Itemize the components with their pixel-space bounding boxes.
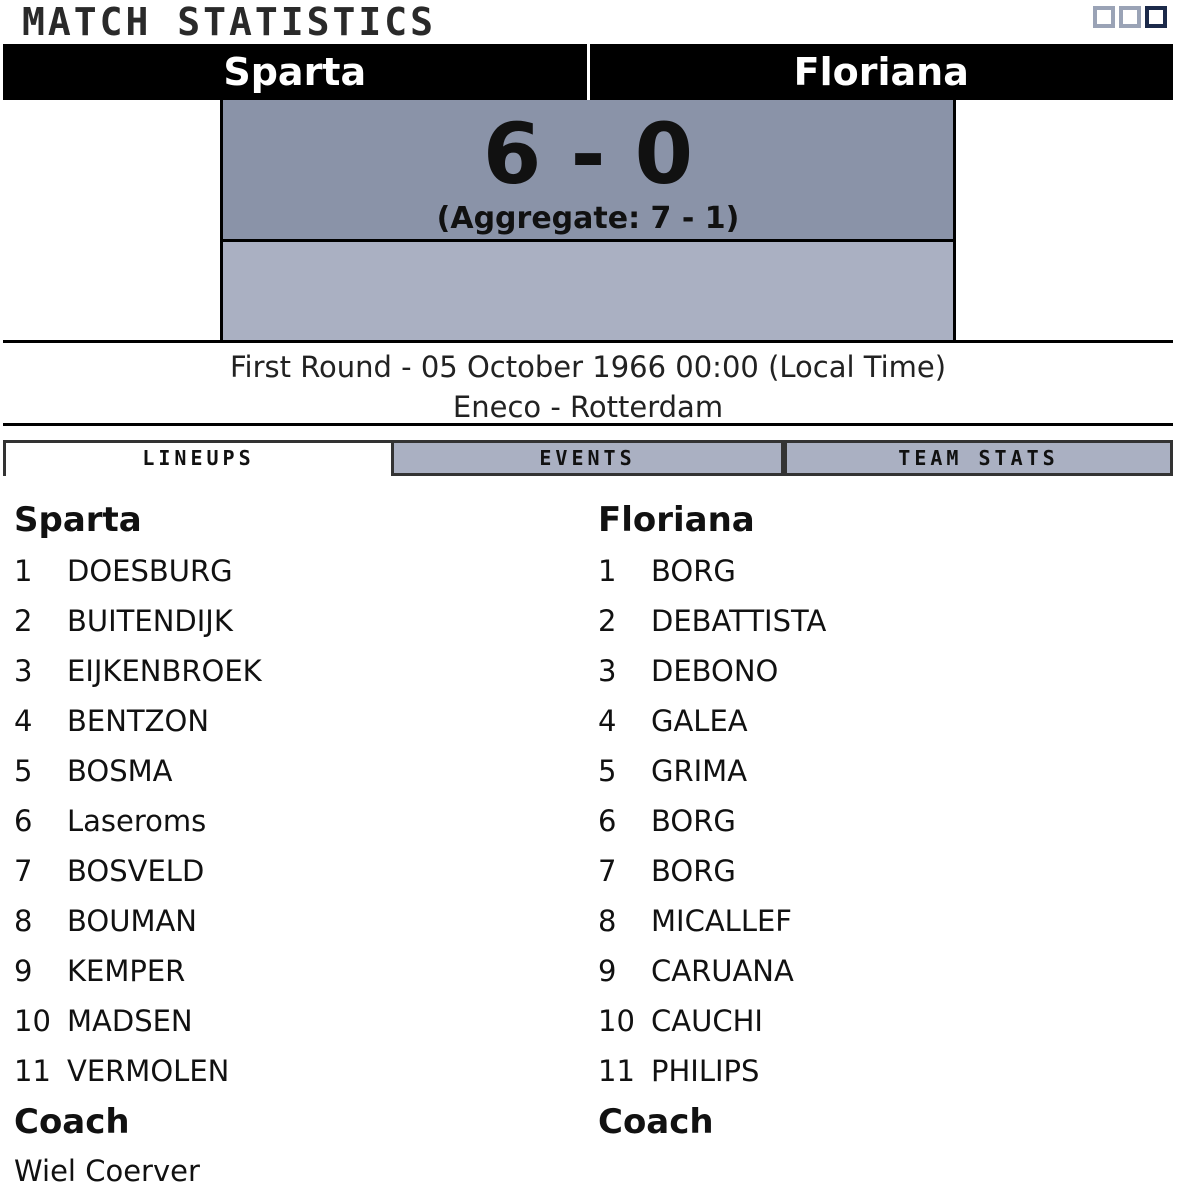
player-name[interactable]: GALEA <box>651 704 748 738</box>
teams-bar: Sparta Floriana <box>3 44 1173 100</box>
player-row: 3 DEBONO <box>598 646 1158 696</box>
window-buttons <box>1093 6 1167 28</box>
player-number: 5 <box>14 754 33 788</box>
home-lineup: Sparta 1 DOESBURG 2 BUITENDIJK 3 EIJKENBROEK 4… <box>14 498 574 1196</box>
player-row: 10 MADSEN <box>14 996 574 1046</box>
player-name[interactable]: BOSVELD <box>67 854 204 888</box>
player-row: 3 EIJKENBROEK <box>14 646 574 696</box>
tab-events[interactable]: EVENTS <box>391 440 784 476</box>
player-name[interactable]: BORG <box>651 804 736 838</box>
home-team-name: Sparta <box>3 44 590 100</box>
player-row: 2 DEBATTISTA <box>598 596 1158 646</box>
player-number: 11 <box>598 1054 635 1088</box>
home-coach-name: Wiel Coerver <box>14 1154 200 1188</box>
player-name[interactable]: DEBONO <box>651 654 778 688</box>
player-row: 10 CAUCHI <box>598 996 1158 1046</box>
player-row: 11 VERMOLEN <box>14 1046 574 1096</box>
aggregate-score: (Aggregate: 7 - 1) <box>436 201 740 236</box>
player-number: 2 <box>14 604 33 638</box>
score-box: 6 - 0 (Aggregate: 7 - 1) <box>220 100 956 340</box>
player-number: 11 <box>14 1054 51 1088</box>
player-row: 7 BORG <box>598 846 1158 896</box>
player-number: 6 <box>598 804 617 838</box>
tab-bar: LINEUPS EVENTS TEAM STATS <box>3 440 1173 476</box>
tab-team-stats[interactable]: TEAM STATS <box>784 440 1173 476</box>
player-row: 8 MICALLEF <box>598 896 1158 946</box>
player-name[interactable]: DEBATTISTA <box>651 604 826 638</box>
player-name[interactable]: PHILIPS <box>651 1054 759 1088</box>
home-lineup-title: Sparta <box>14 500 142 540</box>
player-name[interactable]: CARUANA <box>651 954 794 988</box>
score-panel: 6 - 0 (Aggregate: 7 - 1) <box>223 100 953 242</box>
final-score: 6 - 0 <box>482 105 694 203</box>
player-number: 6 <box>14 804 33 838</box>
player-number: 10 <box>14 1004 51 1038</box>
away-player-list: 1 BORG 2 DEBATTISTA 3 DEBONO 4 GALEA 5 GRIMA 6 BORG… <box>598 546 1158 1096</box>
player-name[interactable]: BUITENDIJK <box>67 604 233 638</box>
player-name[interactable]: KEMPER <box>67 954 185 988</box>
player-number: 1 <box>598 554 617 588</box>
player-name[interactable]: Laseroms <box>67 804 206 838</box>
home-coach-label: Coach <box>14 1102 130 1142</box>
player-number: 10 <box>598 1004 635 1038</box>
player-name[interactable]: BENTZON <box>67 704 209 738</box>
match-info: First Round - 05 October 1966 00:00 (Loc… <box>3 340 1173 426</box>
player-number: 2 <box>598 604 617 638</box>
player-number: 7 <box>14 854 33 888</box>
window-button-2-icon[interactable] <box>1119 6 1141 28</box>
player-name[interactable]: CAUCHI <box>651 1004 763 1038</box>
home-player-list: 1 DOESBURG 2 BUITENDIJK 3 EIJKENBROEK 4 BENTZON… <box>14 546 574 1096</box>
player-row: 4 GALEA <box>598 696 1158 746</box>
tab-lineups[interactable]: LINEUPS <box>3 440 391 476</box>
player-name[interactable]: MICALLEF <box>651 904 792 938</box>
score-lower-panel <box>223 242 953 340</box>
player-number: 8 <box>598 904 617 938</box>
window-button-1-icon[interactable] <box>1093 6 1115 28</box>
venue: Eneco - Rotterdam <box>452 390 724 424</box>
player-row: 7 BOSVELD <box>14 846 574 896</box>
player-row: 1 BORG <box>598 546 1158 596</box>
player-number: 1 <box>14 554 33 588</box>
player-number: 4 <box>598 704 617 738</box>
player-number: 4 <box>14 704 33 738</box>
player-row: 9 CARUANA <box>598 946 1158 996</box>
player-row: 6 Laseroms <box>14 796 574 846</box>
window-button-3-icon[interactable] <box>1145 6 1167 28</box>
player-name[interactable]: BOSMA <box>67 754 172 788</box>
player-number: 9 <box>14 954 33 988</box>
player-row: 6 BORG <box>598 796 1158 846</box>
player-name[interactable]: BOUMAN <box>67 904 197 938</box>
player-number: 5 <box>598 754 617 788</box>
player-row: 9 KEMPER <box>14 946 574 996</box>
player-row: 2 BUITENDIJK <box>14 596 574 646</box>
player-row: 1 DOESBURG <box>14 546 574 596</box>
player-name[interactable]: EIJKENBROEK <box>67 654 262 688</box>
player-row: 8 BOUMAN <box>14 896 574 946</box>
player-row: 5 GRIMA <box>598 746 1158 796</box>
player-name[interactable]: BORG <box>651 554 736 588</box>
player-row: 11 PHILIPS <box>598 1046 1158 1096</box>
away-coach-label: Coach <box>598 1102 714 1142</box>
player-name[interactable]: DOESBURG <box>67 554 233 588</box>
player-row: 5 BOSMA <box>14 746 574 796</box>
player-name[interactable]: BORG <box>651 854 736 888</box>
player-number: 8 <box>14 904 33 938</box>
player-number: 3 <box>14 654 33 688</box>
player-number: 9 <box>598 954 617 988</box>
away-team-name: Floriana <box>793 50 969 94</box>
player-name[interactable]: MADSEN <box>67 1004 193 1038</box>
away-lineup: Floriana 1 BORG 2 DEBATTISTA 3 DEBONO 4 GALEA 5 G… <box>598 498 1158 1146</box>
header-bar: MATCH STATISTICS <box>0 0 1183 44</box>
player-row: 4 BENTZON <box>14 696 574 746</box>
player-name[interactable]: GRIMA <box>651 754 747 788</box>
player-number: 7 <box>598 854 617 888</box>
away-lineup-title: Floriana <box>598 500 755 540</box>
page-title: MATCH STATISTICS <box>22 0 437 44</box>
player-number: 3 <box>598 654 617 688</box>
player-name[interactable]: VERMOLEN <box>67 1054 229 1088</box>
round-date: First Round - 05 October 1966 00:00 (Loc… <box>229 350 947 384</box>
